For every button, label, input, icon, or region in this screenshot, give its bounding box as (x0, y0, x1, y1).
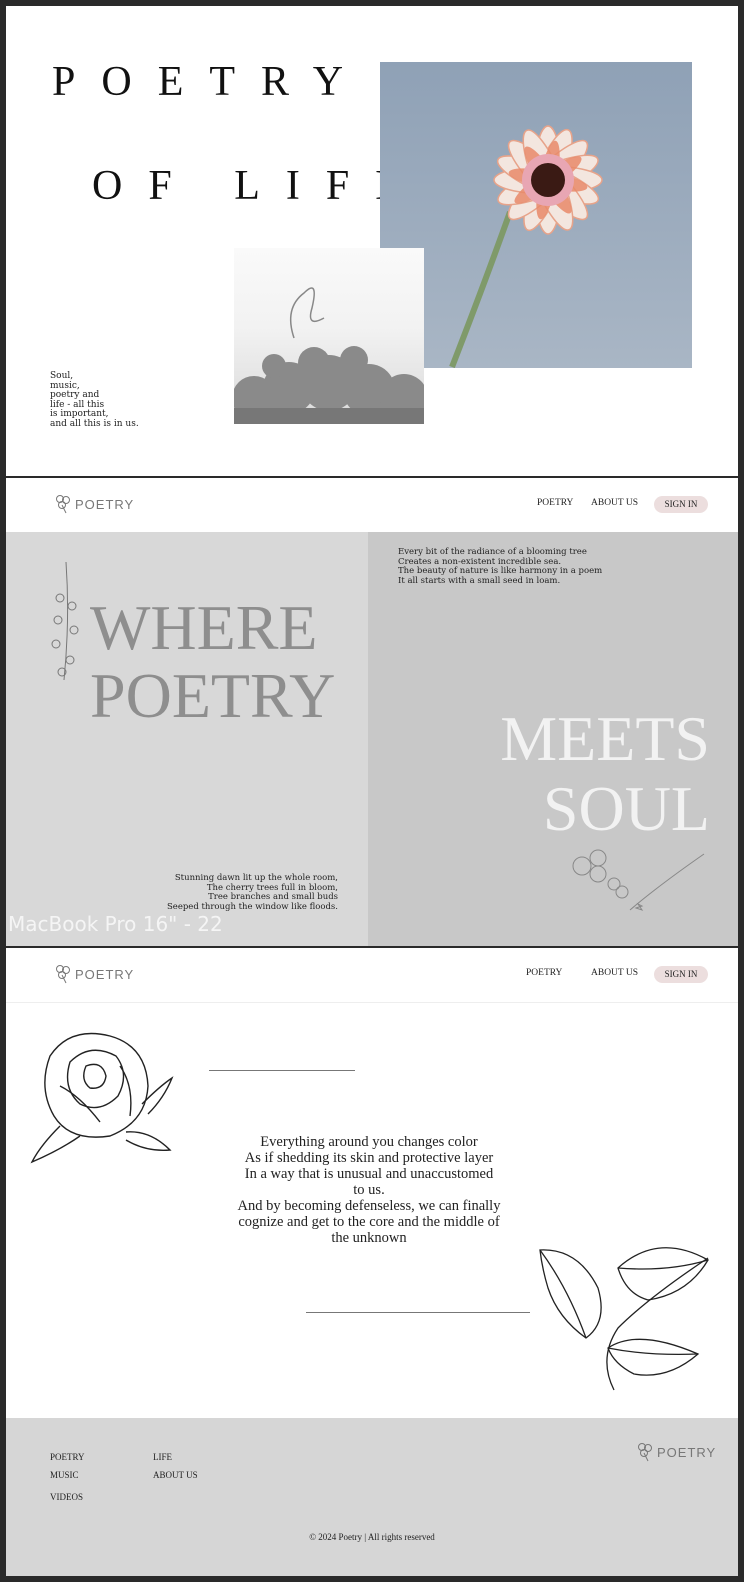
poem-line: cognize and get to the core and the midd… (238, 1214, 500, 1230)
logo[interactable]: POETRY (54, 494, 134, 514)
footer-link-poetry[interactable]: POETRY (50, 1452, 85, 1462)
heading-where-poetry: WHERE POETRY (90, 594, 335, 730)
gerbera-photo (380, 62, 692, 369)
copyright-text: © 2024 Poetry | All rights reserved (309, 1532, 435, 1542)
nav-about-us[interactable]: ABOUT US (591, 498, 638, 508)
flower-logo-icon (56, 965, 70, 984)
nav-poetry[interactable]: POETRY (537, 498, 573, 508)
footer-link-about-us[interactable]: ABOUT US (153, 1470, 198, 1480)
soul-line: and all this is in us. (50, 418, 139, 429)
heading-word: MEETS (500, 703, 710, 774)
logo-text: POETRY (657, 1444, 717, 1460)
frame-label: MacBook Pro 16" - 22 (8, 912, 223, 936)
blooming-text: Every bit of the radiance of a blooming … (398, 547, 602, 586)
divider-line (306, 1312, 530, 1313)
footer-link-videos[interactable]: VIDEOS (50, 1492, 83, 1502)
footer-link-life[interactable]: LIFE (153, 1452, 172, 1462)
where-poetry-frame: POETRY POETRY ABOUT US SIGN IN WHERE POE… (6, 478, 738, 946)
site-header: POETRY POETRY ABOUT US SIGN IN (6, 948, 738, 1003)
poem-line: In a way that is unusual and unaccustome… (244, 1166, 494, 1182)
poem-line: And by becoming defenseless, we can fina… (237, 1198, 501, 1214)
footer-logo[interactable]: POETRY (636, 1442, 716, 1462)
logo-text: POETRY (75, 966, 135, 982)
hero-title-line1: POETRY (52, 59, 370, 105)
plant-photo (232, 248, 428, 424)
divider-line (209, 1070, 355, 1071)
poem-text: Everything around you changes color As i… (194, 1134, 544, 1246)
right-panel: Every bit of the radiance of a blooming … (368, 532, 738, 946)
poem-line: As if shedding its skin and protective l… (244, 1150, 494, 1166)
footer-link-music[interactable]: MUSIC (50, 1470, 79, 1480)
sign-in-button[interactable]: SIGN IN (654, 496, 708, 513)
poem-line: to us. (353, 1182, 385, 1198)
rose-sketch-icon (30, 1032, 174, 1164)
flower-sprig-sketch-icon (572, 849, 705, 911)
poem-frame: POETRY POETRY ABOUT US SIGN IN Everythin… (6, 948, 738, 1576)
logo[interactable]: POETRY (54, 964, 134, 984)
left-panel: WHERE POETRY Stunning dawn lit up the wh… (6, 532, 368, 946)
dawn-line: Seeped through the window like floods. (166, 901, 338, 912)
flower-logo-icon (638, 1443, 652, 1462)
heading-word: SOUL (542, 773, 710, 844)
nav-poetry[interactable]: POETRY (526, 968, 562, 978)
poem-line: Everything around you changes color (260, 1134, 478, 1150)
heading-word: POETRY (90, 660, 336, 731)
hero-frame: POETRY OF LIFE Soul, music, poetry and l… (6, 6, 738, 476)
sign-in-button[interactable]: SIGN IN (654, 966, 708, 983)
logo-text: POETRY (75, 496, 135, 512)
flower-logo-icon (56, 495, 70, 514)
dawn-text: Stunning dawn lit up the whole room, The… (166, 873, 338, 912)
heading-word: WHERE (90, 592, 318, 663)
poem-line: the unknown (331, 1230, 407, 1246)
nav-about-us[interactable]: ABOUT US (591, 968, 638, 978)
blooming-line: It all starts with a small seed in loam. (398, 575, 561, 586)
site-header: POETRY POETRY ABOUT US SIGN IN (6, 478, 738, 532)
leaves-sketch-icon (539, 1247, 709, 1391)
branch-sketch-icon (51, 561, 79, 681)
soul-text: Soul, music, poetry and life - all this … (50, 371, 139, 429)
site-footer: POETRY MUSIC VIDEOS LIFE ABOUT US POETRY… (6, 1418, 738, 1576)
heading-meets-soul: MEETS SOUL (500, 704, 710, 844)
hero-title-line2: OF LIFE (92, 163, 427, 209)
